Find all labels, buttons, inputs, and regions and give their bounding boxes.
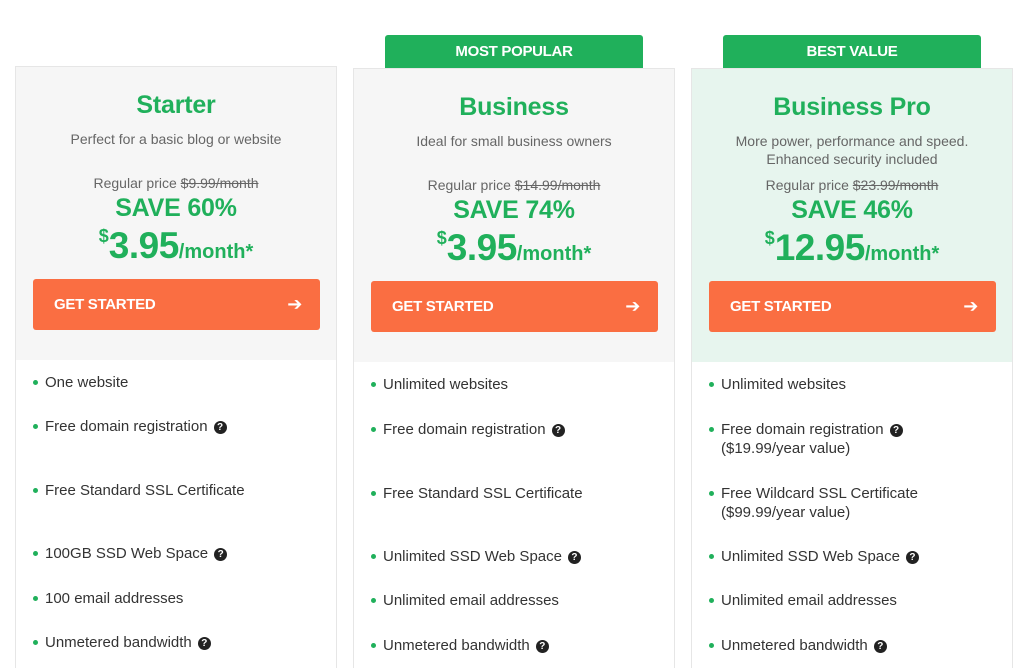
most-popular-ribbon: MOST POPULAR xyxy=(385,35,643,68)
question-circle-icon[interactable]: ? xyxy=(889,424,903,437)
plan-card-starter: Starter Perfect for a basic blog or webs… xyxy=(15,66,337,668)
question-circle-icon[interactable]: ? xyxy=(197,637,211,650)
feature-item: Free domain registration? xyxy=(33,417,336,436)
feature-item: Free domain registration? ($19.99/year va… xyxy=(709,420,1012,458)
plan-header: Business Pro More power, performance and… xyxy=(692,69,1012,362)
plan-description: Ideal for small business owners xyxy=(416,133,612,149)
plan-name: Business xyxy=(459,93,569,121)
feature-item: Free Standard SSL Certificate xyxy=(371,484,674,503)
plan-description-line: More power, performance and speed. xyxy=(735,133,969,149)
save-percent: SAVE 46% xyxy=(791,196,913,224)
regular-price-label: Regular price xyxy=(93,175,177,191)
get-started-button[interactable]: GET STARTED ➔ xyxy=(709,281,996,332)
question-circle-icon[interactable]: ? xyxy=(213,421,227,434)
regular-price-value: $9.99/month xyxy=(180,175,259,191)
price-block: Regular price $9.99/month SAVE 60% $3.95… xyxy=(16,175,336,267)
currency-symbol: $ xyxy=(436,228,447,248)
save-percent: SAVE 60% xyxy=(115,194,237,222)
plan-description: More power, performance and speed. Enhan… xyxy=(692,132,1012,168)
feature-item: Unlimited SSD Web Space? xyxy=(371,547,674,566)
feature-item: Unlimited email addresses xyxy=(371,591,674,610)
feature-item: Free domain registration? xyxy=(371,420,674,439)
plan-name: Business Pro xyxy=(773,93,931,121)
feature-item: 100GB SSD Web Space? xyxy=(33,544,336,563)
price-block: Regular price $23.99/month SAVE 46% $12.… xyxy=(692,177,1012,269)
plan-card-business-pro: Business Pro More power, performance and… xyxy=(691,68,1013,668)
feature-note: ($99.99/year value) xyxy=(721,504,851,521)
price-period: /month* xyxy=(178,241,254,263)
question-circle-icon[interactable]: ? xyxy=(535,640,549,653)
price-amount: 3.95 xyxy=(446,227,518,268)
question-circle-icon[interactable]: ? xyxy=(567,551,581,564)
feature-item: Unmetered bandwidth? xyxy=(33,633,336,652)
feature-list: Unlimited websites Free domain registrat… xyxy=(354,375,674,655)
regular-price-label: Regular price xyxy=(765,177,849,193)
sale-price: $3.95/month* xyxy=(354,227,674,269)
sale-price: $3.95/month* xyxy=(16,225,336,267)
question-circle-icon[interactable]: ? xyxy=(873,640,887,653)
arrow-right-icon: ➔ xyxy=(625,296,640,316)
price-block: Regular price $14.99/month SAVE 74% $3.9… xyxy=(354,177,674,269)
get-started-label: GET STARTED xyxy=(54,296,156,313)
feature-item: Unmetered bandwidth? xyxy=(371,636,674,655)
question-circle-icon[interactable]: ? xyxy=(214,548,228,561)
plan-header: Starter Perfect for a basic blog or webs… xyxy=(16,67,336,360)
sale-price: $12.95/month* xyxy=(692,227,1012,269)
question-circle-icon[interactable]: ? xyxy=(905,551,919,564)
plan-card-business: Business Ideal for small business owners… xyxy=(353,68,675,668)
regular-price-label: Regular price xyxy=(427,177,511,193)
feature-item: Unlimited SSD Web Space? xyxy=(709,547,1012,566)
save-percent: SAVE 74% xyxy=(453,196,575,224)
get-started-label: GET STARTED xyxy=(392,298,494,315)
feature-item: Free Standard SSL Certificate xyxy=(33,481,336,500)
regular-price: Regular price $23.99/month xyxy=(692,177,1012,193)
feature-item: Unlimited websites xyxy=(709,375,1012,394)
regular-price: Regular price $14.99/month xyxy=(354,177,674,193)
arrow-right-icon: ➔ xyxy=(963,296,978,316)
plan-name: Starter xyxy=(136,91,216,119)
best-value-ribbon: BEST VALUE xyxy=(723,35,981,68)
regular-price-value: $14.99/month xyxy=(514,177,601,193)
feature-list: Unlimited websites Free domain registrat… xyxy=(692,375,1012,655)
feature-note: ($19.99/year value) xyxy=(721,440,851,457)
feature-item: Free Wildcard SSL Certificate ($99.99/yea… xyxy=(709,484,1012,522)
plan-description-line: Enhanced security included xyxy=(766,151,938,167)
feature-item: 100 email addresses xyxy=(33,589,336,608)
price-period: /month* xyxy=(864,243,940,265)
feature-item: One website xyxy=(33,373,336,392)
feature-item: Unlimited websites xyxy=(371,375,674,394)
price-amount: 3.95 xyxy=(108,225,180,266)
feature-item: Unlimited email addresses xyxy=(709,591,1012,610)
regular-price: Regular price $9.99/month xyxy=(16,175,336,191)
plan-header: Business Ideal for small business owners… xyxy=(354,69,674,362)
currency-symbol: $ xyxy=(98,226,109,246)
get-started-button[interactable]: GET STARTED ➔ xyxy=(33,279,320,330)
question-circle-icon[interactable]: ? xyxy=(551,424,565,437)
feature-item: Unmetered bandwidth? xyxy=(709,636,1012,655)
get-started-label: GET STARTED xyxy=(730,298,832,315)
price-period: /month* xyxy=(516,243,592,265)
currency-symbol: $ xyxy=(764,228,775,248)
plan-description: Perfect for a basic blog or website xyxy=(70,131,282,147)
arrow-right-icon: ➔ xyxy=(287,294,302,314)
regular-price-value: $23.99/month xyxy=(852,177,939,193)
feature-list: One website Free domain registration? Fr… xyxy=(16,373,336,652)
get-started-button[interactable]: GET STARTED ➔ xyxy=(371,281,658,332)
price-amount: 12.95 xyxy=(774,227,866,268)
